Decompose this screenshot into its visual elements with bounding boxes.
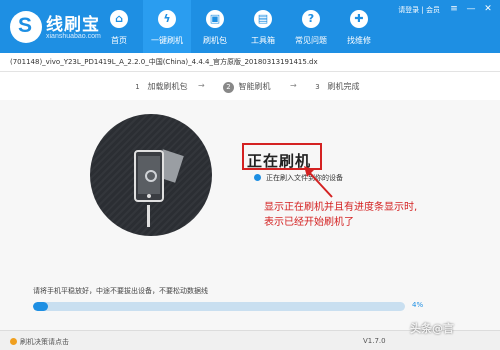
package-icon: ▣ <box>206 10 224 28</box>
close-icon[interactable]: ✕ <box>482 3 494 15</box>
step-number: 1 <box>135 83 140 91</box>
step-arrow-icon: → <box>198 81 205 90</box>
nav-faq[interactable]: ? 常见问题 <box>287 0 335 53</box>
info-icon <box>10 338 17 345</box>
nav-find-repair[interactable]: ✚ 找维修 <box>335 0 383 53</box>
progress-hint: 请将手机平稳放好，中途不要拔出设备，不要松动数据线 <box>33 287 208 295</box>
step-number: 3 <box>315 83 320 91</box>
menu-icon[interactable]: ≡ <box>448 3 460 15</box>
nav-label: 刷机包 <box>203 36 227 45</box>
step-label: 智能刷机 <box>238 82 271 91</box>
faq-icon: ? <box>302 10 320 28</box>
top-navigation-bar: S 线刷宝 xianshuabao.com ⌂ 首页 ϟ 一键刷机 ▣ 刷机包 … <box>0 0 500 53</box>
step-number: 2 <box>223 82 234 93</box>
app-logo: S <box>10 11 42 43</box>
nav-label: 一键刷机 <box>151 36 183 45</box>
flash-logo-icon <box>145 170 157 182</box>
login-member-link[interactable]: 请登录 | 会员 <box>398 5 440 15</box>
annotation-line: 表示已经开始刷机了 <box>264 217 354 228</box>
repair-icon: ✚ <box>350 10 368 28</box>
rom-file-path: (701148)_vivo_Y23L_PD1419L_A_2.2.0_中国(Ch… <box>10 58 318 66</box>
nav-label: 工具箱 <box>251 36 275 45</box>
progress-percent: 4% <box>412 301 424 309</box>
usb-cable-icon <box>147 205 150 227</box>
nav-label: 首页 <box>111 36 127 45</box>
nav-home[interactable]: ⌂ 首页 <box>95 0 143 53</box>
flash-steps: 1 加载刷机包 → 2 智能刷机 → 3 刷机完成 <box>0 73 500 100</box>
annotation-line: 显示正在刷机并且有进度条显示时, <box>264 202 418 213</box>
minimize-icon[interactable]: — <box>465 3 477 15</box>
progress-bar <box>33 302 405 311</box>
annotation-text: 显示正在刷机并且有进度条显示时, 表示已经开始刷机了 <box>264 200 464 230</box>
annotation-arrow-icon <box>304 166 333 198</box>
nav-flash-package[interactable]: ▣ 刷机包 <box>191 0 239 53</box>
version-label: V1.7.0 <box>363 337 386 345</box>
toolbox-icon: ▤ <box>254 10 272 28</box>
brand-subtitle: xianshuabao.com <box>46 33 101 40</box>
nav-one-click-flash[interactable]: ϟ 一键刷机 <box>143 0 191 53</box>
decision-link[interactable]: 刷机决策请点击 <box>10 337 69 347</box>
nav-label: 找维修 <box>347 36 371 45</box>
nav-label: 常见问题 <box>295 36 327 45</box>
nav-toolbox[interactable]: ▤ 工具箱 <box>239 0 287 53</box>
file-path-bar: (701148)_vivo_Y23L_PD1419L_A_2.2.0_中国(Ch… <box>0 53 500 72</box>
step-smart-flash: 2 智能刷机 <box>223 81 271 93</box>
window-controls: ≡ — ✕ <box>448 3 494 15</box>
step-arrow-icon: → <box>290 81 297 90</box>
progress-bar-fill <box>33 302 48 311</box>
step-load-package: 1 加载刷机包 <box>132 81 188 93</box>
step-flash-complete: 3 刷机完成 <box>312 81 360 93</box>
home-icon: ⌂ <box>110 10 128 28</box>
decision-link-label: 刷机决策请点击 <box>20 338 69 346</box>
lightning-icon: ϟ <box>158 10 176 28</box>
watermark: 头条@言 <box>410 322 454 335</box>
step-label: 刷机完成 <box>327 82 360 91</box>
step-label: 加载刷机包 <box>147 82 188 91</box>
brand-name: 线刷宝 <box>46 15 100 35</box>
status-dot-icon <box>254 174 261 181</box>
